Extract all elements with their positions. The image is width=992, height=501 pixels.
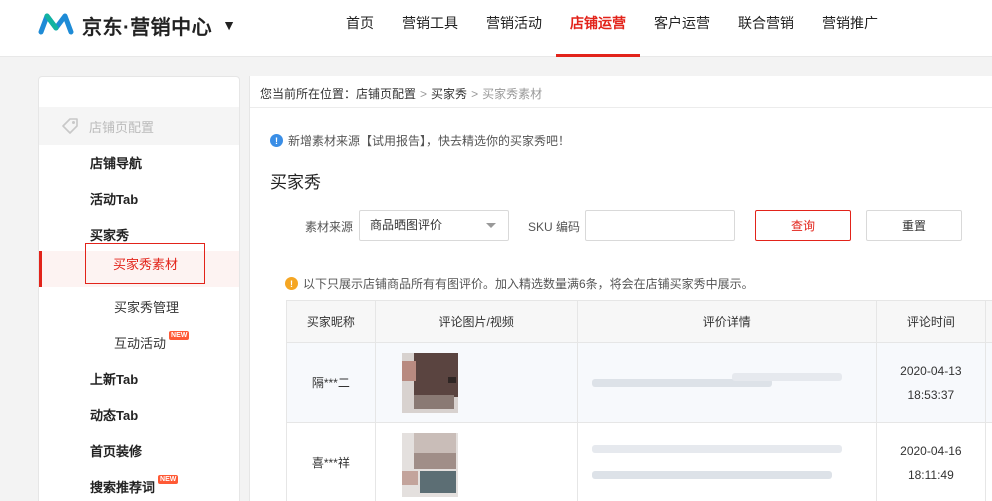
column-header-nickname: 买家昵称 <box>287 301 376 342</box>
review-time: 2020-04-13 18:53:37 <box>900 359 961 407</box>
table-notice: ! 以下只展示店铺商品所有有图评价。加入精选数量满6条，将会在店铺买家秀中展示。 <box>285 275 754 292</box>
review-media-cell <box>376 343 578 422</box>
review-clock: 18:11:49 <box>907 467 954 482</box>
sidebar-item-label: 搜索推荐词 <box>90 480 156 495</box>
nav-home[interactable]: 首页 <box>332 0 388 57</box>
nav-marketing-promotion[interactable]: 营销推广 <box>808 0 892 57</box>
column-header-detail: 评价详情 <box>578 301 877 342</box>
table-notice-text: 以下只展示店铺商品所有有图评价。加入精选数量满6条，将会在店铺买家秀中展示。 <box>303 277 754 291</box>
new-badge: NEW <box>158 475 179 484</box>
sidebar-section-store-config: 店铺页配置 <box>39 107 239 145</box>
nav-joint-marketing[interactable]: 联合营销 <box>724 0 808 57</box>
info-notice: ! 新增素材来源【试用报告】，快去精选你的买家秀吧！ <box>270 132 570 149</box>
table-row[interactable]: 隔***二 2020-04-13 18:53:37 <box>287 343 992 423</box>
review-detail-cell <box>578 343 877 422</box>
blurred-image <box>402 432 459 497</box>
column-header-extra <box>986 301 992 342</box>
sidebar: 店铺页配置 店铺导航 活动Tab 买家秀 买家秀素材 买家秀管理 互动活动NEW… <box>38 76 240 501</box>
sidebar-item-new-tab[interactable]: 上新Tab <box>90 369 138 388</box>
breadcrumb-separator: > <box>420 87 428 101</box>
sidebar-item-dynamic-tab[interactable]: 动态Tab <box>90 405 138 424</box>
divider <box>250 107 992 108</box>
review-time-cell: 2020-04-13 18:53:37 <box>877 343 987 422</box>
info-icon: ! <box>270 134 283 147</box>
sidebar-item-interactive-activity[interactable]: 互动活动NEW <box>114 331 190 352</box>
nav-marketing-tools[interactable]: 营销工具 <box>388 0 472 57</box>
sidebar-item-buyer-show-material[interactable]: 买家秀素材 <box>85 243 205 284</box>
tag-icon <box>62 118 78 134</box>
warning-icon: ! <box>285 277 298 290</box>
nav-store-operations[interactable]: 店铺运营 <box>556 0 640 57</box>
review-time-cell: 2020-04-16 18:11:49 <box>877 423 987 501</box>
review-table: 买家昵称 评论图片/视频 评价详情 评论时间 隔***二 2020-04-13 … <box>286 300 992 501</box>
sidebar-item-search-words[interactable]: 搜索推荐词NEW <box>90 475 179 496</box>
review-date: 2020-04-16 <box>900 443 962 458</box>
jd-logo-icon <box>38 13 74 35</box>
top-header: 京东·营销中心 ▼ 首页 营销工具 营销活动 店铺运营 客户运营 联合营销 营销… <box>0 0 992 57</box>
blurred-review-text <box>582 427 872 499</box>
review-thumbnail[interactable] <box>396 427 556 499</box>
sidebar-item-label: 买家秀素材 <box>113 257 179 272</box>
buyer-nickname: 喜***祥 <box>287 423 376 501</box>
review-media-cell <box>376 423 578 501</box>
sidebar-item-home-decor[interactable]: 首页装修 <box>90 441 142 460</box>
nav-customer-operations[interactable]: 客户运营 <box>640 0 724 57</box>
chevron-down-icon <box>486 223 496 228</box>
new-badge: NEW <box>169 331 190 340</box>
review-thumbnail[interactable] <box>396 347 556 419</box>
brand-logo[interactable]: 京东·营销中心 ▼ <box>38 10 236 40</box>
source-select-value: 商品晒图评价 <box>370 218 443 232</box>
review-date: 2020-04-13 <box>900 363 962 378</box>
row-extra-cell <box>986 423 992 501</box>
column-header-time: 评论时间 <box>877 301 987 342</box>
source-label: 素材来源 <box>305 220 354 234</box>
review-time: 2020-04-16 18:11:49 <box>900 439 961 487</box>
reset-button[interactable]: 重置 <box>866 210 962 241</box>
breadcrumb-separator: > <box>471 87 479 101</box>
sidebar-item-label: 互动活动 <box>114 336 167 351</box>
main-nav: 首页 营销工具 营销活动 店铺运营 客户运营 联合营销 营销推广 <box>332 0 892 57</box>
breadcrumb-current: 买家秀素材 <box>482 87 543 101</box>
review-detail-cell <box>578 423 877 501</box>
sidebar-item-store-nav[interactable]: 店铺导航 <box>90 153 142 172</box>
sidebar-item-buyer-show[interactable]: 买家秀 <box>90 225 129 244</box>
buyer-nickname: 隔***二 <box>287 343 376 422</box>
review-clock: 18:53:37 <box>907 387 955 402</box>
page-title: 买家秀 <box>270 173 321 192</box>
column-header-media: 评论图片/视频 <box>376 301 578 342</box>
row-extra-cell <box>986 343 992 422</box>
brand-name: 京东·营销中心 <box>82 16 213 39</box>
table-row[interactable]: 喜***祥 2020-04-16 18:11:49 <box>287 423 992 501</box>
source-select[interactable]: 商品晒图评价 <box>359 210 509 241</box>
sidebar-item-buyer-show-manage[interactable]: 买家秀管理 <box>114 297 179 316</box>
nav-marketing-activities[interactable]: 营销活动 <box>472 0 556 57</box>
blurred-image <box>402 352 459 413</box>
breadcrumb-prefix: 您当前所在位置： <box>260 87 357 101</box>
brand-dropdown-caret-icon[interactable]: ▼ <box>222 17 236 33</box>
sidebar-item-activity-tab[interactable]: 活动Tab <box>90 189 138 208</box>
breadcrumb-buyer-show[interactable]: 买家秀 <box>431 87 467 101</box>
breadcrumb-store-config[interactable]: 店铺页配置 <box>356 87 416 101</box>
table-header-row: 买家昵称 评论图片/视频 评价详情 评论时间 <box>287 301 992 343</box>
info-notice-text: 新增素材来源【试用报告】，快去精选你的买家秀吧！ <box>288 134 571 148</box>
breadcrumb: 您当前所在位置：店铺页配置 > 买家秀 > 买家秀素材 <box>260 85 542 102</box>
main-content: 您当前所在位置：店铺页配置 > 买家秀 > 买家秀素材 ! 新增素材来源【试用报告】，快… <box>249 76 992 501</box>
sku-label: SKU 编码 <box>528 220 581 234</box>
blurred-review-text <box>582 347 872 419</box>
sidebar-section-label: 店铺页配置 <box>89 119 155 135</box>
query-button[interactable]: 查询 <box>755 210 851 241</box>
sku-input[interactable] <box>585 210 735 241</box>
